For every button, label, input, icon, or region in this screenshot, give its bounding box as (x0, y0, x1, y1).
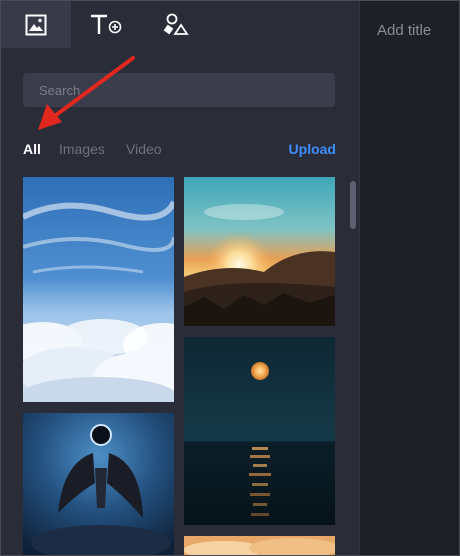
canvas-area: Add title (359, 1, 459, 555)
shapes-icon (162, 13, 190, 37)
scrollbar-thumb[interactable] (350, 181, 356, 229)
media-panel: All Images Video Upload (1, 1, 359, 555)
image-icon (25, 14, 47, 36)
tab-images[interactable] (1, 1, 71, 48)
sky-clouds-image[interactable] (23, 177, 174, 402)
tab-text[interactable] (71, 1, 141, 48)
text-add-icon (89, 13, 123, 37)
filter-images[interactable]: Images (59, 141, 105, 157)
dark-wings-image[interactable] (23, 413, 174, 555)
panel-tabs (1, 1, 359, 48)
filter-video[interactable]: Video (126, 141, 162, 157)
search-input[interactable] (23, 73, 335, 107)
add-title-field[interactable]: Add title (377, 22, 431, 39)
upload-button[interactable]: Upload (289, 141, 336, 157)
tab-shapes[interactable] (141, 1, 211, 48)
filter-all[interactable]: All (23, 141, 41, 157)
moon-ocean-image[interactable] (184, 337, 335, 525)
sunset-hills-image[interactable] (184, 177, 335, 326)
scrollbar-track[interactable] (349, 179, 356, 555)
sunset-clouds-image[interactable] (184, 536, 335, 555)
